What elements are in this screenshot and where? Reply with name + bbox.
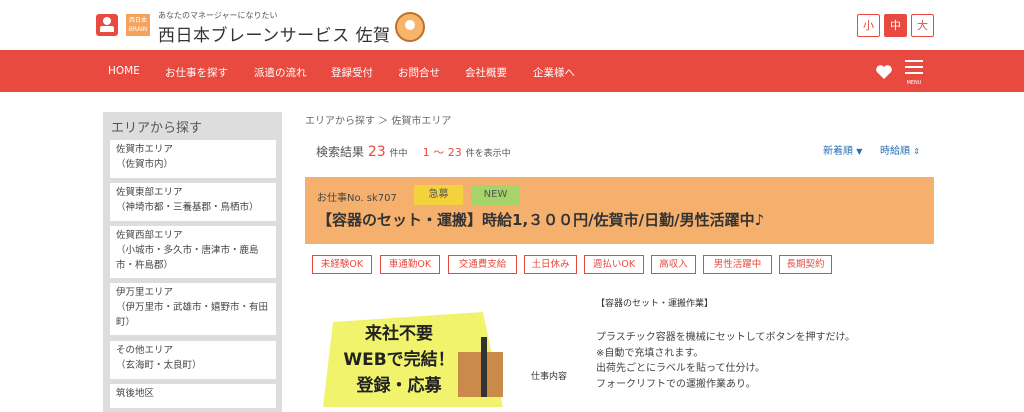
urgent-badge: 急募 [414, 185, 463, 205]
sort-newest[interactable]: 新着順 ▼ [823, 142, 862, 157]
sidebar-item-sub: （佐賀市内） [116, 159, 174, 170]
brand-name[interactable]: 西日本ブレーンサービス 佐賀 [158, 21, 391, 46]
font-size-medium-button[interactable]: 中 [884, 14, 907, 37]
nav-company[interactable]: 会社概要 [465, 65, 507, 80]
caret-down-icon: ▼ [856, 147, 863, 156]
job-tag: 長期契約 [779, 255, 832, 274]
job-tag: 土日休み [524, 255, 577, 274]
job-tag: 交通費支給 [448, 255, 517, 274]
result-count: 23 [367, 144, 386, 160]
font-size-large-button[interactable]: 大 [911, 14, 934, 37]
new-badge: NEW [471, 185, 520, 205]
job-detail-line: 出荷先ごとにラベルを貼って仕分け。 [596, 363, 765, 374]
sidebar-title: エリアから探す [111, 121, 203, 136]
nav-find-jobs[interactable]: お仕事を探す [165, 65, 228, 80]
sidebar-item-sub: （伊万里市・武雄市・嬉野市・有田町） [116, 302, 269, 328]
main-nav: HOME お仕事を探す 派遣の流れ 登録受付 お問合せ 会社概要 企業様へ ME… [0, 50, 1024, 92]
mascot-icon [395, 12, 425, 42]
sort-newest-label: 新着順 [823, 146, 853, 157]
result-count-unit: 件中 [389, 149, 408, 159]
sidebar-item-label: 伊万里エリア [116, 287, 174, 298]
sidebar-item-chikugo[interactable]: 筑後地区 [110, 384, 276, 408]
search-result-summary: 検索結果 23 件中 1 ～ 23 件を表示中 [316, 143, 511, 160]
sidebar-item-sub: （玄海町・太良町） [116, 360, 202, 371]
sidebar-item-saga-city[interactable]: 佐賀市エリア （佐賀市内） [110, 140, 276, 178]
sidebar-item-saga-west[interactable]: 佐賀西部エリア （小城市・多久市・唐津市・鹿島市・杵島郡） [110, 226, 276, 278]
breadcrumb[interactable]: エリアから探す ＞ 佐賀市エリア [305, 112, 451, 127]
job-detail-line: プラスチック容器を機械にセットしてボタンを押すだけ。 [596, 332, 855, 343]
tagline: あなたのマネージャーになりたい [158, 11, 278, 20]
section-label-job-content: 仕事内容 [531, 372, 568, 382]
result-range-suffix: 件を表示中 [465, 149, 511, 159]
result-range: 1 ～ 23 [422, 146, 462, 159]
company-logo-icon[interactable] [96, 14, 118, 36]
job-tag: 高収入 [651, 255, 696, 274]
job-detail-line: フォークリフトでの運搬作業あり。 [596, 379, 756, 390]
sidebar-item-other[interactable]: その他エリア （玄海町・太良町） [110, 341, 276, 379]
nav-registration[interactable]: 登録受付 [331, 65, 373, 80]
sidebar-item-label: 筑後地区 [116, 388, 155, 399]
promo-text: 来社不要 WEBで完結！ 登録・応募 [343, 324, 455, 396]
sidebar-item-sub: （小城市・多久市・唐津市・鹿島市・杵島郡） [116, 245, 259, 271]
job-number: お仕事No. sk707 [317, 193, 397, 204]
job-tag: 男性活躍中 [703, 255, 772, 274]
sidebar-item-label: その他エリア [116, 345, 174, 356]
promo-banner: 来社不要 WEBで完結！ 登録・応募 [313, 297, 513, 407]
job-title[interactable]: 【容器のセット・運搬】時給1,３００円/佐賀市/日勤/男性活躍中♪ [317, 209, 764, 230]
brain-badge: 西日本BRAIN [126, 14, 150, 36]
sort-wage-label: 時給順 [880, 146, 910, 157]
sidebar-item-imari[interactable]: 伊万里エリア （伊万里市・武雄市・嬉野市・有田町） [110, 283, 276, 335]
menu-label: MENU [906, 80, 922, 86]
sidebar-item-sub: （神埼市都・三養基郡・鳥栖市） [116, 202, 259, 213]
job-card-header[interactable]: お仕事No. sk707 急募 NEW 【容器のセット・運搬】時給1,３００円/… [305, 177, 934, 244]
job-tag: 週払いOK [584, 255, 644, 274]
sort-wage[interactable]: 時給順 ⇕ [880, 142, 920, 157]
area-sidebar: エリアから探す 佐賀市エリア （佐賀市内） 佐賀東部エリア （神埼市都・三養基郡… [103, 112, 282, 412]
result-label: 検索結果 [316, 145, 365, 159]
sort-updown-icon: ⇕ [913, 147, 920, 156]
nav-contact[interactable]: お問合せ [398, 65, 440, 80]
sidebar-item-label: 佐賀西部エリア [116, 230, 183, 241]
nav-for-companies[interactable]: 企業様へ [533, 65, 575, 80]
sidebar-item-label: 佐賀東部エリア [116, 187, 183, 198]
heart-icon[interactable] [875, 64, 893, 80]
nav-home[interactable]: HOME [108, 65, 140, 77]
sidebar-item-saga-east[interactable]: 佐賀東部エリア （神埼市都・三養基郡・鳥栖市） [110, 183, 276, 221]
job-detail-line: ※自動で充填されます。 [596, 348, 704, 359]
job-detail-title: 【容器のセット・運搬作業】 [596, 299, 714, 309]
job-tag: 未経験OK [312, 255, 372, 274]
sidebar-item-label: 佐賀市エリア [116, 144, 174, 155]
site-header: 西日本BRAIN あなたのマネージャーになりたい 西日本ブレーンサービス 佐賀 … [0, 0, 1024, 50]
font-size-small-button[interactable]: 小 [857, 14, 880, 37]
nav-dispatch-flow[interactable]: 派遣の流れ [254, 65, 307, 80]
job-tag: 車通勤OK [380, 255, 440, 274]
